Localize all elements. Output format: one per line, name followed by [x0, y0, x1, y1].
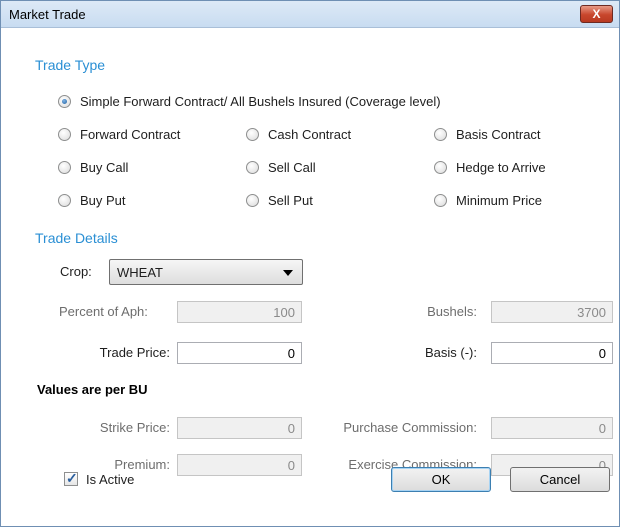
crop-dropdown[interactable]: WHEAT: [109, 259, 303, 285]
radio-forward-contract[interactable]: Forward Contract: [58, 127, 180, 142]
radio-cash-contract[interactable]: Cash Contract: [246, 127, 351, 142]
market-trade-dialog: Market Trade X Trade Type Simple Forward…: [0, 0, 620, 527]
radio-label: Buy Call: [80, 160, 129, 175]
radio-label: Simple Forward Contract/ All Bushels Ins…: [80, 94, 441, 109]
radio-button[interactable]: [58, 128, 71, 141]
radio-button[interactable]: [434, 194, 447, 207]
trade-price-field[interactable]: [177, 342, 302, 364]
basis-field[interactable]: [491, 342, 613, 364]
bushels-field[interactable]: [491, 301, 613, 323]
radio-label: Minimum Price: [456, 193, 542, 208]
radio-label: Buy Put: [80, 193, 126, 208]
radio-label: Hedge to Arrive: [456, 160, 546, 175]
crop-label: Crop:: [60, 264, 92, 279]
radio-basis-contract[interactable]: Basis Contract: [434, 127, 541, 142]
premium-label: Premium:: [114, 457, 170, 472]
radio-buy-call[interactable]: Buy Call: [58, 160, 128, 175]
radio-simple-forward-contract[interactable]: Simple Forward Contract/ All Bushels Ins…: [58, 94, 441, 109]
radio-label: Sell Call: [268, 160, 316, 175]
radio-button[interactable]: [246, 161, 259, 174]
purchase-commission-label: Purchase Commission:: [343, 420, 477, 435]
radio-hedge-to-arrive[interactable]: Hedge to Arrive: [434, 160, 546, 175]
cancel-button[interactable]: Cancel: [510, 467, 610, 492]
is-active-label: Is Active: [86, 472, 135, 487]
radio-button[interactable]: [58, 161, 71, 174]
percent-of-aph-field[interactable]: [177, 301, 302, 323]
purchase-commission-field[interactable]: [491, 417, 613, 439]
trade-type-heading: Trade Type: [35, 57, 106, 73]
basis-label: Basis (-):: [425, 345, 477, 360]
radio-button[interactable]: [434, 161, 447, 174]
radio-buy-put[interactable]: Buy Put: [58, 193, 126, 208]
radio-label: Forward Contract: [80, 127, 181, 142]
percent-of-aph-label: Percent of Aph:: [59, 304, 148, 319]
strike-price-field[interactable]: [177, 417, 302, 439]
radio-label: Sell Put: [268, 193, 313, 208]
radio-button[interactable]: [246, 128, 259, 141]
close-button[interactable]: X: [580, 5, 613, 23]
chevron-down-icon: [283, 270, 293, 276]
trade-details-heading: Trade Details: [35, 230, 118, 246]
radio-button[interactable]: [434, 128, 447, 141]
radio-sell-call[interactable]: Sell Call: [246, 160, 316, 175]
radio-label: Cash Contract: [268, 127, 352, 142]
checkmark-icon: ✓: [66, 470, 78, 486]
radio-label: Basis Contract: [456, 127, 541, 142]
premium-field[interactable]: [177, 454, 302, 476]
values-per-bu-heading: Values are per BU: [37, 382, 148, 397]
ok-button[interactable]: OK: [391, 467, 491, 492]
title-bar: Market Trade X: [1, 1, 619, 28]
crop-value: WHEAT: [117, 265, 163, 280]
radio-minimum-price[interactable]: Minimum Price: [434, 193, 542, 208]
strike-price-label: Strike Price:: [99, 420, 170, 435]
radio-button[interactable]: [246, 194, 259, 207]
is-active-checkbox[interactable]: ✓: [64, 470, 78, 486]
window-title: Market Trade: [9, 7, 86, 22]
trade-price-label: Trade Price:: [99, 345, 170, 360]
radio-button[interactable]: [58, 194, 71, 207]
radio-button[interactable]: [58, 95, 71, 108]
radio-sell-put[interactable]: Sell Put: [246, 193, 313, 208]
bushels-label: Bushels:: [427, 304, 477, 319]
